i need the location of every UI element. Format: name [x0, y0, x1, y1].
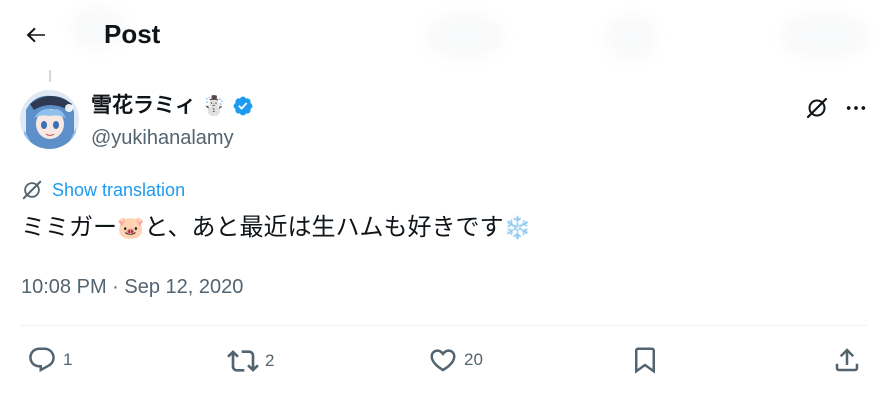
pig-emoji: 🐷 — [117, 216, 145, 241]
reply-count: 1 — [63, 350, 73, 369]
divider — [20, 325, 867, 326]
tweet-text: ミミガー🐷と、あと最近は生ハムも好きです❄️ — [21, 212, 531, 244]
grok-button[interactable] — [802, 93, 832, 123]
grok-icon — [806, 97, 828, 119]
snowflake-emoji: ❄️ — [503, 216, 531, 241]
heart-icon — [430, 349, 456, 372]
background-blur — [780, 12, 870, 60]
timestamp[interactable]: 10:08 PM · Sep 12, 2020 — [21, 274, 243, 300]
tweet-text-part: と、あと最近は生ハムも好きです — [144, 214, 504, 241]
avatar-image — [20, 90, 79, 149]
tweet-text-part: ミミガー — [21, 214, 117, 241]
share-icon — [835, 348, 859, 372]
show-translation-label: Show translation — [52, 180, 186, 200]
author-name[interactable]: 雪花ラミィ — [91, 93, 196, 119]
author-handle[interactable]: @yukihanalamy — [91, 126, 234, 150]
share-button[interactable] — [832, 345, 862, 375]
reply-button[interactable]: 1 — [27, 345, 72, 375]
background-blur — [605, 14, 657, 62]
thread-connector — [49, 70, 51, 82]
author-row: 雪花ラミィ ☃️ — [91, 93, 254, 119]
top-bar: Post — [0, 0, 887, 66]
repost-icon — [227, 350, 259, 372]
avatar[interactable] — [20, 90, 79, 149]
translate-icon — [22, 180, 42, 200]
like-button[interactable]: 20 — [428, 345, 483, 375]
page-title: Post — [104, 19, 161, 49]
snowman-emoji: ☃️ — [202, 95, 226, 117]
verified-badge-icon[interactable] — [232, 95, 254, 117]
show-translation-link[interactable]: Show translation — [21, 178, 185, 202]
repost-button[interactable]: 2 — [227, 345, 274, 377]
arrow-left-icon — [26, 27, 45, 43]
back-button[interactable] — [18, 17, 54, 53]
more-options-button[interactable] — [841, 93, 871, 123]
like-count: 20 — [464, 350, 483, 369]
repost-count: 2 — [265, 351, 275, 370]
more-horizontal-icon — [846, 106, 866, 110]
background-blur — [425, 12, 505, 60]
bookmark-icon — [635, 347, 655, 374]
reply-icon — [29, 347, 55, 373]
bookmark-button[interactable] — [630, 345, 660, 375]
